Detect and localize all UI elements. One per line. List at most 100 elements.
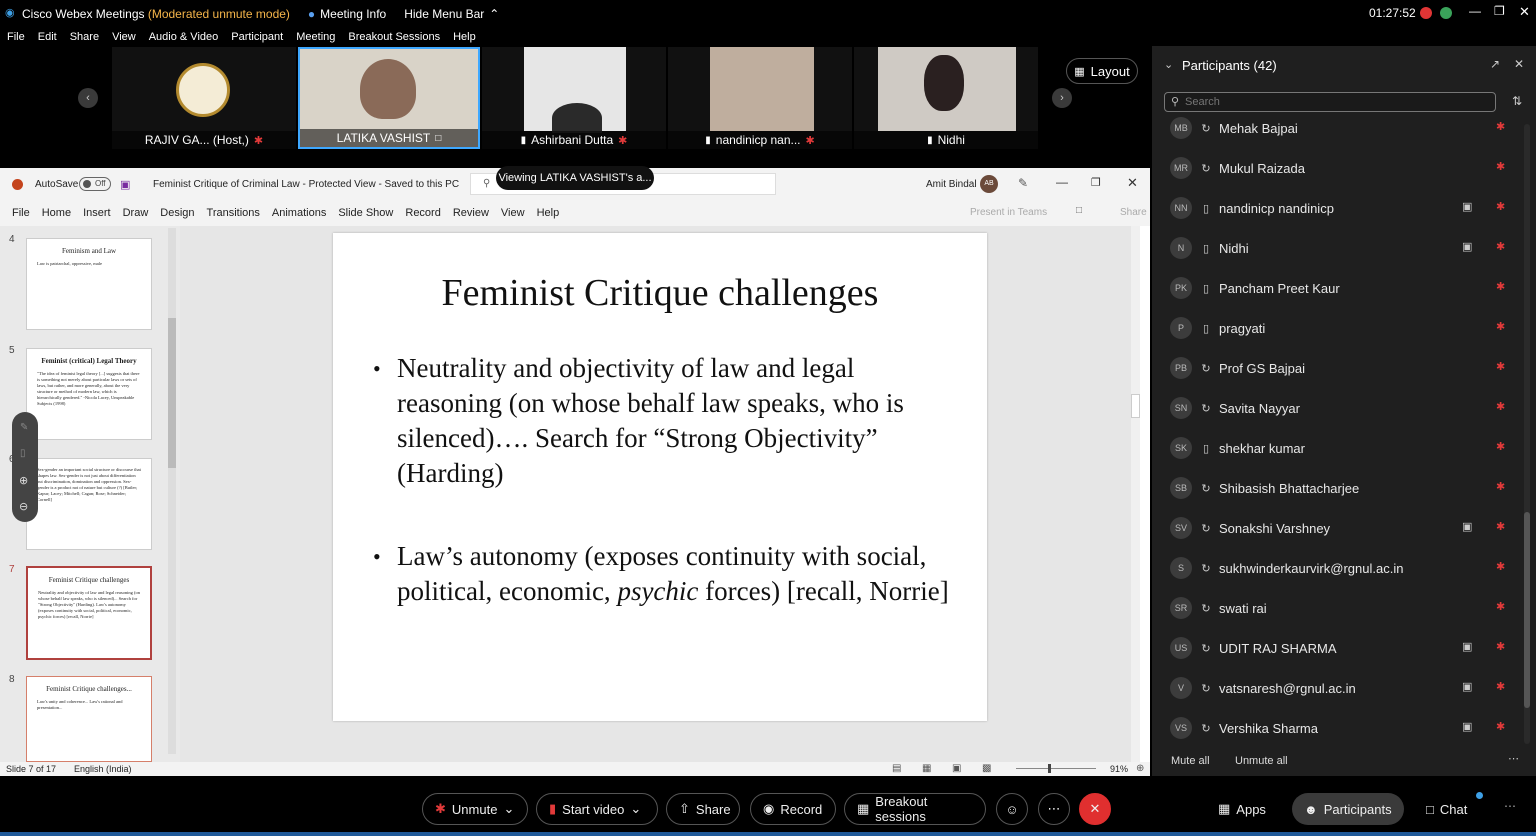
video-camera-icon[interactable]: ▣ <box>1462 200 1472 213</box>
menu-file[interactable]: File <box>7 31 25 43</box>
video-tile[interactable]: ▮ nandinicp nan... ✱ <box>668 47 852 149</box>
slide-thumbnail[interactable]: Sex-gender an important social structure… <box>26 458 152 550</box>
participant-row[interactable]: SN ↻ Savita Nayyar ✱ <box>1152 388 1522 428</box>
reactions-button[interactable]: ☺ <box>996 793 1028 825</box>
mic-muted-icon[interactable]: ✱ <box>1496 560 1505 573</box>
participant-row[interactable]: NN ▯ nandinicp nandinicp ▣ ✱ <box>1152 188 1522 228</box>
slide-sorter-icon[interactable]: ▦ <box>922 763 931 774</box>
pen-icon[interactable]: ✎ <box>20 422 28 433</box>
mic-muted-icon[interactable]: ✱ <box>1496 640 1505 653</box>
participant-row[interactable]: SV ↻ Sonakshi Varshney ▣ ✱ <box>1152 508 1522 548</box>
menu-edit[interactable]: Edit <box>38 31 57 43</box>
sort-icon[interactable]: ⇅ <box>1512 94 1522 108</box>
eraser-icon[interactable]: ▯ <box>20 448 26 459</box>
mic-muted-icon[interactable]: ✱ <box>1496 720 1505 733</box>
menu-audio-video[interactable]: Audio & Video <box>149 31 219 43</box>
start-video-button[interactable]: ▮ Start video ⌄ <box>536 793 658 825</box>
pen-icon[interactable]: ✎ <box>1018 176 1028 190</box>
close-panel-icon[interactable]: ✕ <box>1514 57 1524 71</box>
mic-muted-icon[interactable]: ✱ <box>1496 520 1505 533</box>
ribbon-tab-transitions[interactable]: Transitions <box>207 207 260 219</box>
ribbon-tab-slide-show[interactable]: Slide Show <box>338 207 393 219</box>
participant-row[interactable]: V ↻ vatsnaresh@rgnul.ac.in ▣ ✱ <box>1152 668 1522 708</box>
save-icon[interactable]: ▣ <box>120 178 130 191</box>
participant-row[interactable]: PK ▯ Pancham Preet Kaur ✱ <box>1152 268 1522 308</box>
participant-row[interactable]: N ▯ Nidhi ▣ ✱ <box>1152 228 1522 268</box>
record-button[interactable]: ◉ Record <box>750 793 836 825</box>
slideshow-icon[interactable]: ▩ <box>982 763 991 774</box>
ppt-restore-icon[interactable]: ❐ <box>1091 176 1101 189</box>
next-videos-button[interactable]: › <box>1052 88 1072 108</box>
more-options-icon[interactable]: ⋯ <box>1508 752 1519 765</box>
mute-all-button[interactable]: Mute all <box>1171 755 1210 767</box>
comments-icon[interactable]: □ <box>1076 205 1082 216</box>
mic-muted-icon[interactable]: ✱ <box>1496 680 1505 693</box>
ppt-user-avatar[interactable]: AB <box>980 175 998 193</box>
mic-muted-icon[interactable]: ✱ <box>1496 200 1505 213</box>
more-options-button[interactable]: ⋯ <box>1038 793 1070 825</box>
participants-button[interactable]: ☻ Participants <box>1292 793 1404 825</box>
mic-muted-icon[interactable]: ✱ <box>1496 240 1505 253</box>
collapse-chevron-icon[interactable]: ⌄ <box>1164 58 1173 71</box>
close-window-icon[interactable]: ✕ <box>1519 4 1530 20</box>
ribbon-tab-design[interactable]: Design <box>160 207 194 219</box>
autosave-toggle[interactable]: Off <box>79 177 111 191</box>
video-tile-active-speaker[interactable]: LATIKA VASHIST □ <box>298 47 480 149</box>
ribbon-tab-file[interactable]: File <box>12 207 30 219</box>
ribbon-tab-review[interactable]: Review <box>453 207 489 219</box>
apps-button[interactable]: ▦ Apps <box>1206 793 1284 825</box>
ribbon-tab-draw[interactable]: Draw <box>123 207 149 219</box>
canvas-scrollbar[interactable] <box>1131 226 1140 762</box>
video-camera-icon[interactable]: ▣ <box>1462 680 1472 693</box>
menu-share[interactable]: Share <box>70 31 99 43</box>
menu-help[interactable]: Help <box>453 31 476 43</box>
fit-to-window-icon[interactable]: ⊕ <box>1136 763 1144 774</box>
mic-muted-icon[interactable]: ✱ <box>1496 480 1505 493</box>
ribbon-tab-record[interactable]: Record <box>405 207 440 219</box>
participant-row[interactable]: US ↻ UDIT RAJ SHARMA ▣ ✱ <box>1152 628 1522 668</box>
minimize-icon[interactable]: — <box>1469 4 1481 18</box>
panel-scrollbar[interactable] <box>1524 124 1530 744</box>
participant-row[interactable]: SK ▯ shekhar kumar ✱ <box>1152 428 1522 468</box>
restore-icon[interactable]: ❐ <box>1494 4 1505 18</box>
menu-view[interactable]: View <box>112 31 136 43</box>
video-tile[interactable]: ▮ Nidhi <box>854 47 1038 149</box>
previous-videos-button[interactable]: ‹ <box>78 88 98 108</box>
participant-row[interactable]: MB ↻ Mehak Bajpai ✱ <box>1152 108 1522 148</box>
ribbon-tab-home[interactable]: Home <box>42 207 71 219</box>
video-camera-icon[interactable]: ▣ <box>1462 240 1472 253</box>
leave-meeting-button[interactable]: ✕ <box>1079 793 1111 825</box>
zoom-slider[interactable] <box>1016 764 1096 773</box>
thumbnail-scrollbar[interactable] <box>168 228 176 754</box>
ribbon-tab-insert[interactable]: Insert <box>83 207 111 219</box>
ribbon-tab-view[interactable]: View <box>501 207 525 219</box>
mic-muted-icon[interactable]: ✱ <box>1496 160 1505 173</box>
meeting-info-button[interactable]: ● Meeting Info <box>308 7 386 21</box>
current-slide[interactable]: Feminist Critique challenges • Neutrality… <box>333 233 987 721</box>
participant-row[interactable]: VS ↻ Vershika Sharma ▣ ✱ <box>1152 708 1522 748</box>
viewing-share-banner[interactable]: Viewing LATIKA VASHIST's a... <box>496 166 654 190</box>
popout-icon[interactable]: ↗ <box>1490 57 1500 71</box>
ribbon-tab-help[interactable]: Help <box>537 207 560 219</box>
participant-row[interactable]: P ▯ pragyati ✱ <box>1152 308 1522 348</box>
video-tile[interactable]: ▮ Ashirbani Dutta ✱ <box>482 47 666 149</box>
mic-muted-icon[interactable]: ✱ <box>1496 600 1505 613</box>
reading-view-icon[interactable]: ▣ <box>952 763 961 774</box>
video-tile[interactable]: RAJIV GA... (Host,) ✱ <box>112 47 296 149</box>
slide-thumbnail[interactable]: Feminist Critique challenges... Law's uni… <box>26 676 152 762</box>
mic-muted-icon[interactable]: ✱ <box>1496 360 1505 373</box>
normal-view-icon[interactable]: ▤ <box>892 763 901 774</box>
video-camera-icon[interactable]: ▣ <box>1462 640 1472 653</box>
mic-muted-icon[interactable]: ✱ <box>1496 280 1505 293</box>
hide-menu-bar-button[interactable]: Hide Menu Bar ⌃ <box>404 7 499 21</box>
unmute-all-button[interactable]: Unmute all <box>1235 755 1288 767</box>
zoom-out-icon[interactable]: ⊖ <box>19 500 28 513</box>
video-camera-icon[interactable]: ▣ <box>1462 720 1472 733</box>
participant-row[interactable]: S ↻ sukhwinderkaurvirk@rgnul.ac.in ✱ <box>1152 548 1522 588</box>
mic-muted-icon[interactable]: ✱ <box>1496 120 1505 133</box>
more-icon[interactable]: ⋯ <box>1504 799 1516 813</box>
layout-button[interactable]: ▦ Layout <box>1066 58 1138 84</box>
mic-muted-icon[interactable]: ✱ <box>1496 440 1505 453</box>
present-in-teams-button[interactable]: Present in Teams <box>970 207 1047 218</box>
zoom-in-icon[interactable]: ⊕ <box>19 474 28 487</box>
